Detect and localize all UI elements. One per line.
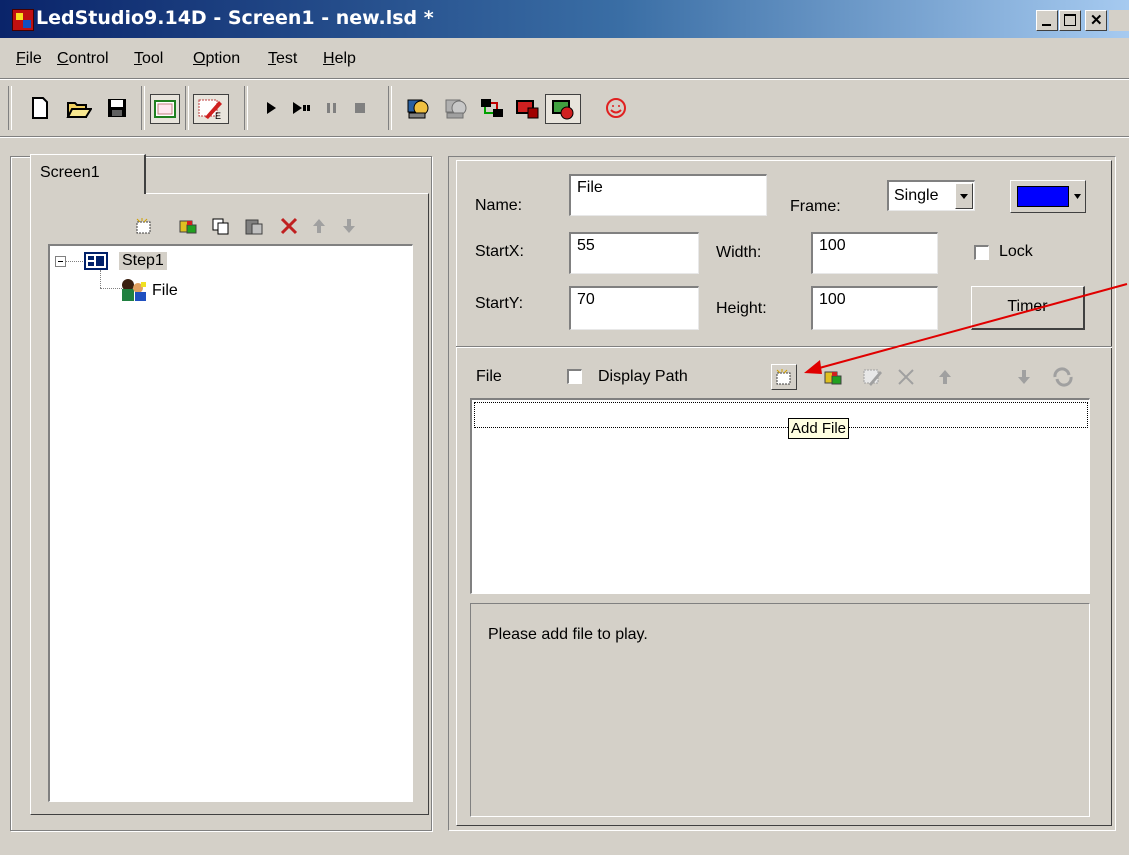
display-path-checkbox[interactable]: [567, 369, 582, 384]
toolbar-divider: [0, 136, 1129, 138]
toolbar-separator: [185, 86, 189, 130]
width-label: Width:: [716, 244, 762, 261]
svg-text:E: E: [215, 111, 221, 121]
startx-field[interactable]: 55: [569, 232, 699, 274]
tree-step1[interactable]: Step1: [119, 252, 167, 270]
tree-file[interactable]: File: [152, 282, 178, 300]
tab-screen1-label: Screen1: [40, 164, 100, 181]
menu-tool[interactable]: Tool: [134, 50, 163, 68]
name-label: Name:: [475, 197, 523, 214]
toolbar-grip: [8, 86, 12, 130]
pause-icon[interactable]: [318, 94, 346, 122]
display-path-label: Display Path: [598, 368, 688, 385]
tree-line: [100, 270, 101, 288]
toolbar-separator: [244, 86, 248, 130]
annotation-arrow: [804, 283, 1128, 374]
title-bar-edge: [1109, 10, 1129, 31]
frame-color-picker[interactable]: [1010, 180, 1086, 213]
tree-line: [66, 261, 83, 262]
width-field[interactable]: 100: [811, 232, 938, 274]
screen-icon[interactable]: [150, 94, 180, 124]
add-window-icon[interactable]: [177, 216, 199, 236]
startx-label: StartX:: [475, 243, 524, 260]
file-section-label: File: [476, 368, 502, 385]
file-list-focus-row[interactable]: [474, 402, 1088, 428]
maximize-button[interactable]: [1059, 10, 1081, 31]
add-file-tooltip: Add File: [788, 418, 850, 439]
network-disabled-icon[interactable]: [442, 94, 470, 122]
collapse-toggle[interactable]: [55, 256, 66, 267]
open-icon[interactable]: [65, 94, 93, 122]
step-icon: [84, 252, 108, 270]
move-up-icon[interactable]: [308, 216, 330, 236]
frame-dropdown-arrow-icon[interactable]: [955, 183, 973, 209]
starty-label: StartY:: [475, 295, 524, 312]
delete-icon[interactable]: [278, 216, 300, 236]
lock-label: Lock: [999, 243, 1033, 260]
height-label: Height:: [716, 300, 767, 317]
frame-label: Frame:: [790, 198, 841, 215]
connect-icon[interactable]: [478, 94, 506, 122]
menu-option[interactable]: Option: [193, 50, 240, 68]
close-button[interactable]: ✕: [1085, 10, 1107, 31]
frame-select-value: Single: [894, 187, 939, 204]
lock-checkbox[interactable]: [974, 245, 989, 260]
file-window-icon: [118, 278, 148, 302]
app-icon: [12, 9, 34, 31]
smiley-icon[interactable]: [602, 94, 630, 122]
toolbar-separator: [141, 86, 145, 130]
toolbar-separator: [388, 86, 392, 130]
starty-field[interactable]: 70: [569, 286, 699, 330]
window-title: LedStudio9.14D - Screen1 - new.lsd *: [36, 7, 434, 29]
menu-test[interactable]: Test: [268, 50, 297, 68]
new-icon[interactable]: [26, 94, 54, 122]
color-swatch: [1017, 186, 1069, 207]
menu-file[interactable]: File: [16, 50, 42, 68]
name-field[interactable]: File: [569, 174, 767, 216]
status-text: Please add file to play.: [488, 626, 648, 643]
copy-icon[interactable]: [210, 216, 232, 236]
program-tree[interactable]: [48, 244, 413, 802]
save-icon[interactable]: [103, 94, 131, 122]
display-icon[interactable]: [545, 94, 581, 124]
minimize-button[interactable]: [1036, 10, 1058, 31]
lock-screen-icon[interactable]: [513, 94, 541, 122]
edit-icon[interactable]: E: [193, 94, 229, 124]
stop-icon[interactable]: [346, 94, 374, 122]
menu-help[interactable]: Help: [323, 50, 356, 68]
play-icon[interactable]: [257, 94, 285, 122]
menu-divider: [0, 78, 1129, 80]
move-down-icon[interactable]: [338, 216, 360, 236]
menu-control[interactable]: Control: [57, 50, 109, 68]
add-step-icon[interactable]: [133, 216, 155, 236]
paste-icon[interactable]: [243, 216, 265, 236]
step-play-icon[interactable]: [288, 94, 316, 122]
network-icon[interactable]: [404, 94, 432, 122]
